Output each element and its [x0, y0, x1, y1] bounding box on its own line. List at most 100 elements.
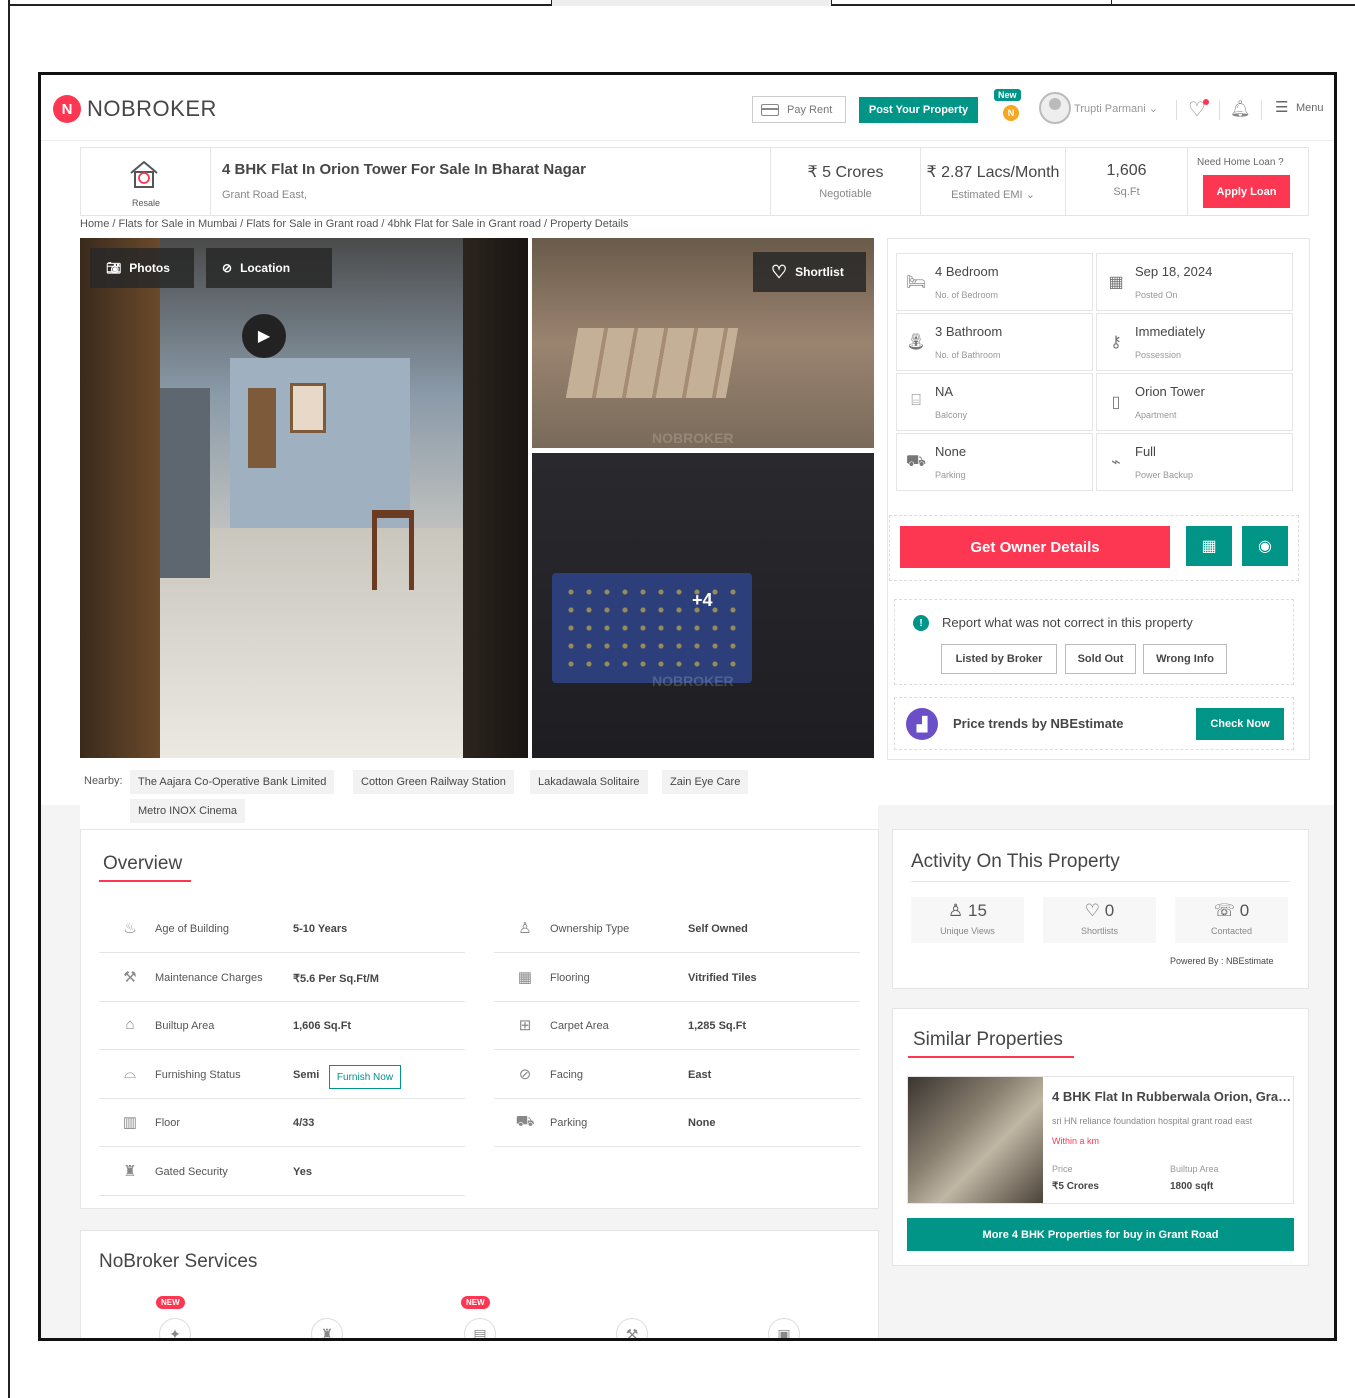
overview-label: Builtup Area: [155, 1020, 215, 1032]
emi-cell[interactable]: ₹ 2.87 Lacs/Month Estimated EMI ⌄: [920, 148, 1065, 215]
price-value: ₹5 Crores: [1052, 1181, 1099, 1192]
user-name-dropdown[interactable]: Trupti Parmani ⌄: [1074, 102, 1158, 115]
stat-number: ☏ 0: [1175, 901, 1288, 921]
schedule-visit-button[interactable]: ▦: [1186, 526, 1232, 566]
apply-loan-button[interactable]: Apply Loan: [1203, 175, 1290, 208]
detail-label: No. of Bathroom: [935, 350, 1001, 360]
overview-label: Ownership Type: [550, 923, 630, 935]
photo-window: [290, 383, 326, 433]
overview-value: None: [688, 1117, 716, 1129]
menu-label[interactable]: Menu: [1296, 102, 1324, 114]
breadcrumb[interactable]: Home / Flats for Sale in Mumbai / Flats …: [80, 218, 628, 230]
property-locality: Grant Road East,: [222, 189, 307, 201]
overview-value: Vitrified Tiles: [688, 971, 757, 984]
emi-note-row: Estimated EMI ⌄: [921, 188, 1065, 201]
guard-icon: ♜: [123, 1162, 137, 1180]
report-chip-broker[interactable]: Listed by Broker: [941, 644, 1057, 674]
report-chip-wrong-info[interactable]: Wrong Info: [1143, 644, 1227, 674]
stat-label: Shortlists: [1080, 926, 1118, 936]
overview-row: ⊞ Carpet Area 1,285 Sq.Ft: [494, 1002, 860, 1050]
area-cell: 1,606 Sq.Ft: [1065, 148, 1187, 215]
price-cell: ₹ 5 Crores Negotiable: [770, 148, 920, 215]
more-photos-count[interactable]: +4: [692, 590, 713, 611]
overview-row: ♨ Age of Building 5-10 Years: [99, 905, 465, 953]
bell-icon[interactable]: 🔔︎: [1230, 99, 1250, 119]
heart-icon: ♡: [1084, 901, 1101, 920]
powered-by: Powered By : NBEstimate: [1170, 956, 1274, 966]
property-summary-bar: Resale 4 BHK Flat In Orion Tower For Sal…: [80, 147, 1309, 216]
overview-row: ⌂ Builtup Area 1,606 Sq.Ft: [99, 1002, 465, 1050]
stat-value: 0: [1104, 901, 1115, 920]
check-now-button[interactable]: Check Now: [1196, 708, 1284, 740]
post-property-button[interactable]: Post Your Property: [859, 97, 978, 123]
stat-number: ♙ 15: [911, 901, 1024, 921]
similar-property-title[interactable]: 4 BHK Flat In Rubberwala Orion, Grant Ro…: [1052, 1089, 1292, 1104]
site-header: N NOBROKER Pay Rent Post Your Property N…: [41, 75, 1334, 141]
logo-text: NOBROKER: [87, 96, 217, 121]
detail-value: Immediately: [1135, 324, 1206, 339]
detail-value: 4 Bedroom: [935, 264, 999, 279]
detail-cell: ⌸ NA Balcony: [896, 373, 1093, 431]
detail-value: Orion Tower: [1135, 384, 1205, 399]
report-chip-sold-out[interactable]: Sold Out: [1065, 644, 1136, 674]
nobroker-logo[interactable]: N NOBROKER: [53, 95, 217, 123]
nearby-chip[interactable]: Cotton Green Railway Station: [353, 770, 514, 794]
photo-mat: [565, 328, 739, 398]
top-strip: [8, 0, 1355, 6]
similar-property-photo[interactable]: [908, 1077, 1043, 1203]
house-icon: [130, 160, 158, 188]
photo-stool: [372, 510, 414, 590]
tools-icon: ⚒: [123, 968, 137, 986]
pay-rent-label: Pay Rent: [787, 103, 833, 116]
bath-icon: ⛲︎: [905, 334, 927, 351]
header-divider: [1261, 100, 1262, 120]
coin-icon[interactable]: N: [1003, 105, 1019, 121]
services-title: NoBroker Services: [99, 1251, 258, 1272]
overview-label: Furnishing Status: [155, 1068, 241, 1081]
detail-label: Balcony: [935, 410, 968, 420]
nearby-chip[interactable]: Zain Eye Care: [662, 770, 749, 794]
photo-wall-edge: [463, 238, 528, 758]
home-loan-label: Need Home Loan ?: [1197, 157, 1284, 168]
stat-value: 0: [1239, 901, 1250, 920]
photos-button[interactable]: 📷︎ Photos: [90, 248, 194, 288]
overview-value: Self Owned: [688, 923, 748, 935]
user-icon: ♙: [948, 901, 964, 920]
stat-label: Contacted: [1210, 926, 1253, 936]
location-button[interactable]: ⊘ Location: [206, 248, 332, 288]
info-icon: !: [913, 615, 929, 631]
get-owner-details-button[interactable]: Get Owner Details: [900, 526, 1170, 568]
play-video-icon[interactable]: ▶: [242, 314, 286, 358]
overview-value: 1,606 Sq.Ft: [293, 1020, 352, 1032]
area-unit: Sq.Ft: [1113, 186, 1140, 198]
shortlist-button[interactable]: ♡ Shortlist: [753, 252, 866, 292]
nearby-chip[interactable]: The Aajara Co-Operative Bank Limited: [130, 770, 335, 794]
nearby-chip[interactable]: Lakadawala Solitaire: [530, 770, 648, 794]
detail-value: Sep 18, 2024: [1135, 264, 1213, 279]
resale-label: Resale: [131, 198, 160, 208]
cake-icon: ♨: [123, 920, 137, 937]
hamburger-icon[interactable]: ☰: [1275, 98, 1288, 116]
compass-icon: ⊘: [518, 1065, 532, 1083]
main-photo[interactable]: [80, 238, 528, 758]
watermark: NOBROKER: [652, 673, 734, 689]
chat-button[interactable]: ◉: [1242, 526, 1288, 566]
overview-row: ⚒ Maintenance Charges ₹5.6 Per Sq.Ft/M: [99, 954, 465, 1002]
overview-row: ⌓ Furnishing Status Semi: [99, 1051, 465, 1099]
detail-label: No. of Bedroom: [935, 290, 999, 300]
similar-property-distance: Within a km: [1052, 1136, 1100, 1146]
new-badge: NEW: [156, 1296, 185, 1309]
furnish-now-button[interactable]: Furnish Now: [329, 1065, 401, 1089]
nearby-label: Nearby:: [84, 775, 123, 787]
more-properties-button[interactable]: More 4 BHK Properties for buy in Grant R…: [907, 1218, 1294, 1251]
overview-row: ▦ Flooring Vitrified Tiles: [494, 954, 860, 1002]
pay-rent-button[interactable]: Pay Rent: [752, 96, 846, 123]
overview-row: ♙ Ownership Type Self Owned: [494, 905, 860, 953]
stat-value: 15: [968, 901, 987, 920]
nearby-chip[interactable]: Metro INOX Cinema: [130, 799, 246, 823]
browser-viewport: N NOBROKER Pay Rent Post Your Property N…: [38, 72, 1337, 1341]
owner-icon: ♙: [518, 920, 532, 937]
overview-label: Age of Building: [155, 923, 229, 935]
avatar[interactable]: [1039, 92, 1071, 124]
detail-cell: ⚷ Immediately Possession: [1096, 313, 1293, 371]
